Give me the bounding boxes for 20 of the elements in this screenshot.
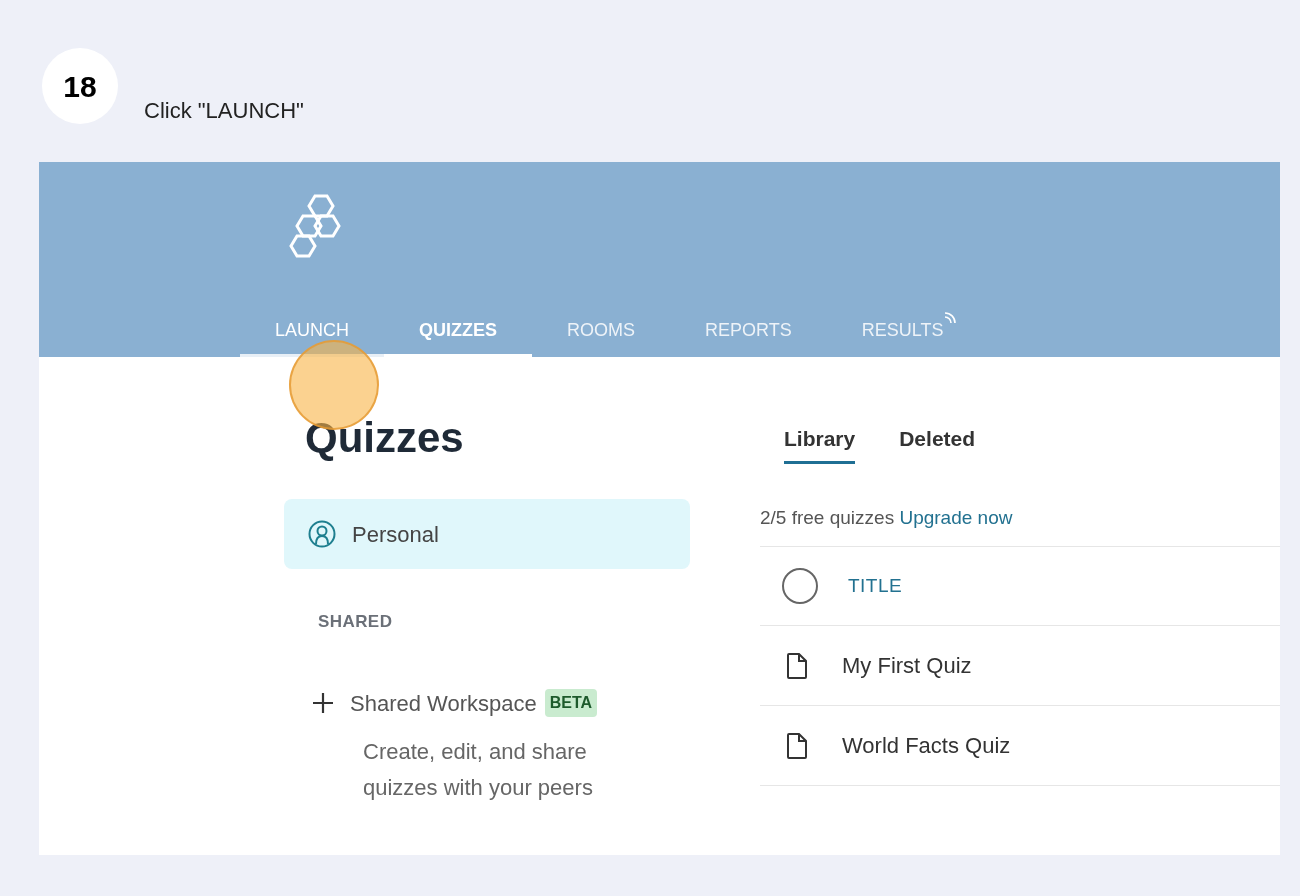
upgrade-link[interactable]: Upgrade now — [899, 506, 1013, 528]
content-tab[interactable]: Deleted — [899, 423, 976, 464]
content-tab[interactable]: Library — [784, 423, 856, 464]
sidebar-item[interactable]: Personal — [284, 499, 690, 569]
page-title: Quizzes — [305, 417, 465, 459]
quiz-title[interactable]: World Facts Quiz — [842, 729, 1011, 762]
person-circle-icon — [308, 520, 336, 548]
shared-workspace-link[interactable]: Shared Workspace — [350, 686, 537, 720]
section-heading: SHARED — [318, 611, 394, 633]
plus-icon[interactable] — [312, 692, 334, 714]
document-icon — [786, 731, 808, 760]
shared-workspace-description: Create, edit, and share quizzes with your peers — [363, 737, 594, 802]
quota-text: 2/5 free quizzes — [760, 506, 895, 528]
step-instruction: Click "LAUNCH" — [144, 97, 304, 125]
column-header[interactable]: TITLE — [848, 571, 903, 601]
select-all-checkbox[interactable] — [782, 568, 818, 604]
document-icon — [786, 651, 808, 680]
quiz-title[interactable]: My First Quiz — [842, 649, 972, 682]
step-number-badge: 18 — [42, 48, 118, 124]
beta-badge: BETA — [544, 689, 598, 717]
